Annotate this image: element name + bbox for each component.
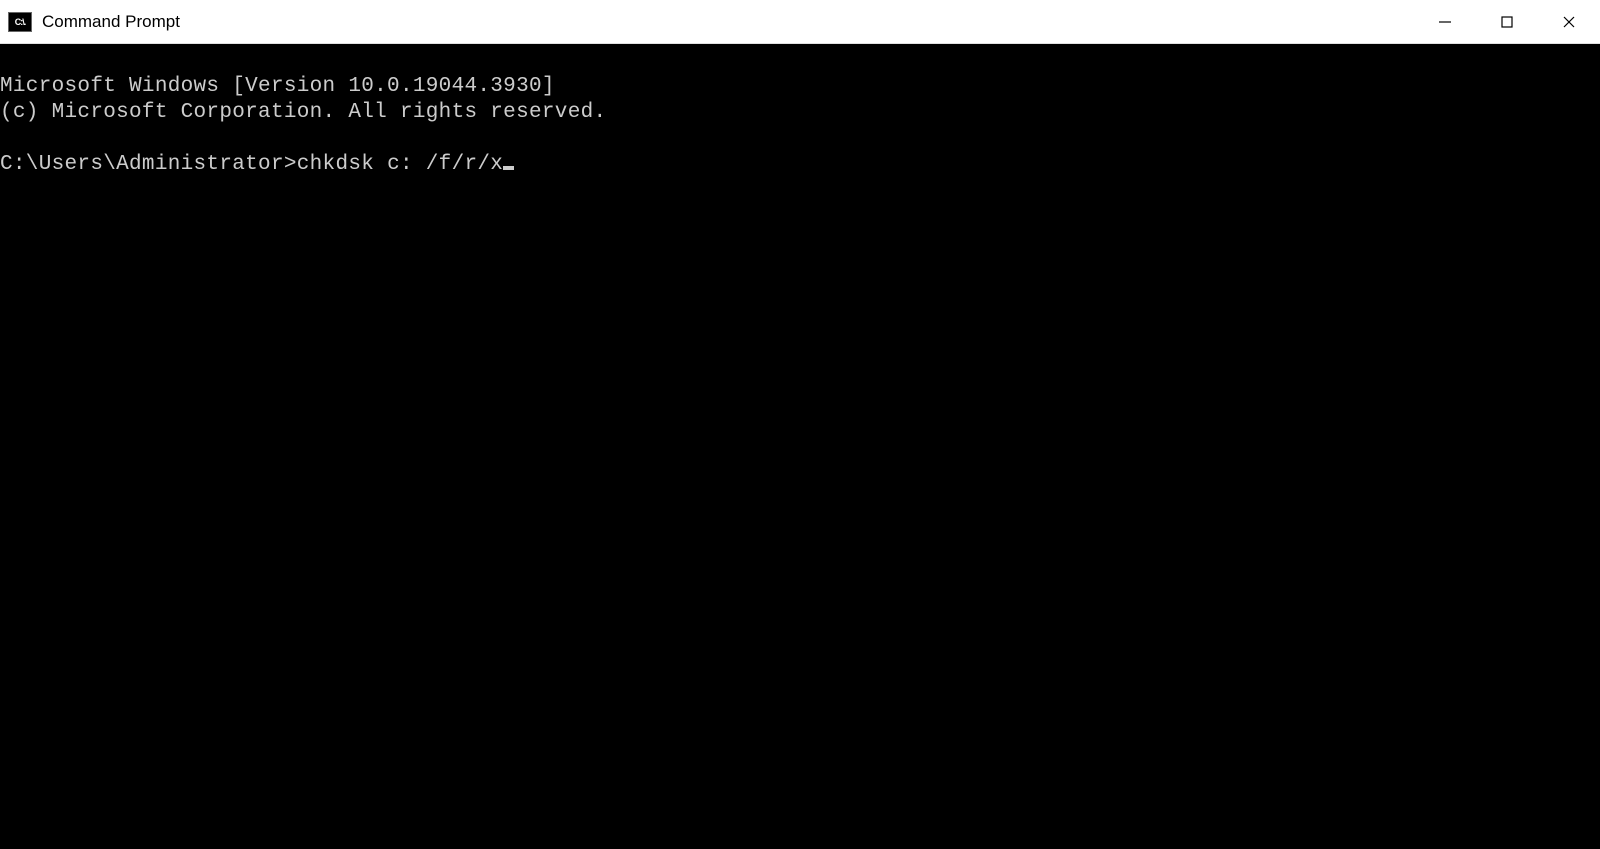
terminal-prompt: C:\Users\Administrator> xyxy=(0,153,297,176)
terminal-line-version: Microsoft Windows [Version 10.0.19044.39… xyxy=(0,75,555,98)
title-left: C:\. Command Prompt xyxy=(0,12,180,32)
terminal-prompt-line: C:\Users\Administrator>chkdsk c: /f/r/x xyxy=(0,153,514,176)
terminal-command: chkdsk c: /f/r/x xyxy=(297,153,503,176)
window-controls xyxy=(1414,0,1600,43)
cmd-icon: C:\. xyxy=(8,12,32,32)
terminal-line-copyright: (c) Microsoft Corporation. All rights re… xyxy=(0,101,606,124)
terminal-output[interactable]: Microsoft Windows [Version 10.0.19044.39… xyxy=(0,44,1600,849)
maximize-icon xyxy=(1500,15,1514,29)
terminal-cursor xyxy=(503,166,514,170)
minimize-icon xyxy=(1438,15,1452,29)
maximize-button[interactable] xyxy=(1476,0,1538,43)
window-title: Command Prompt xyxy=(42,12,180,32)
minimize-button[interactable] xyxy=(1414,0,1476,43)
close-icon xyxy=(1562,15,1576,29)
close-button[interactable] xyxy=(1538,0,1600,43)
title-bar[interactable]: C:\. Command Prompt xyxy=(0,0,1600,44)
